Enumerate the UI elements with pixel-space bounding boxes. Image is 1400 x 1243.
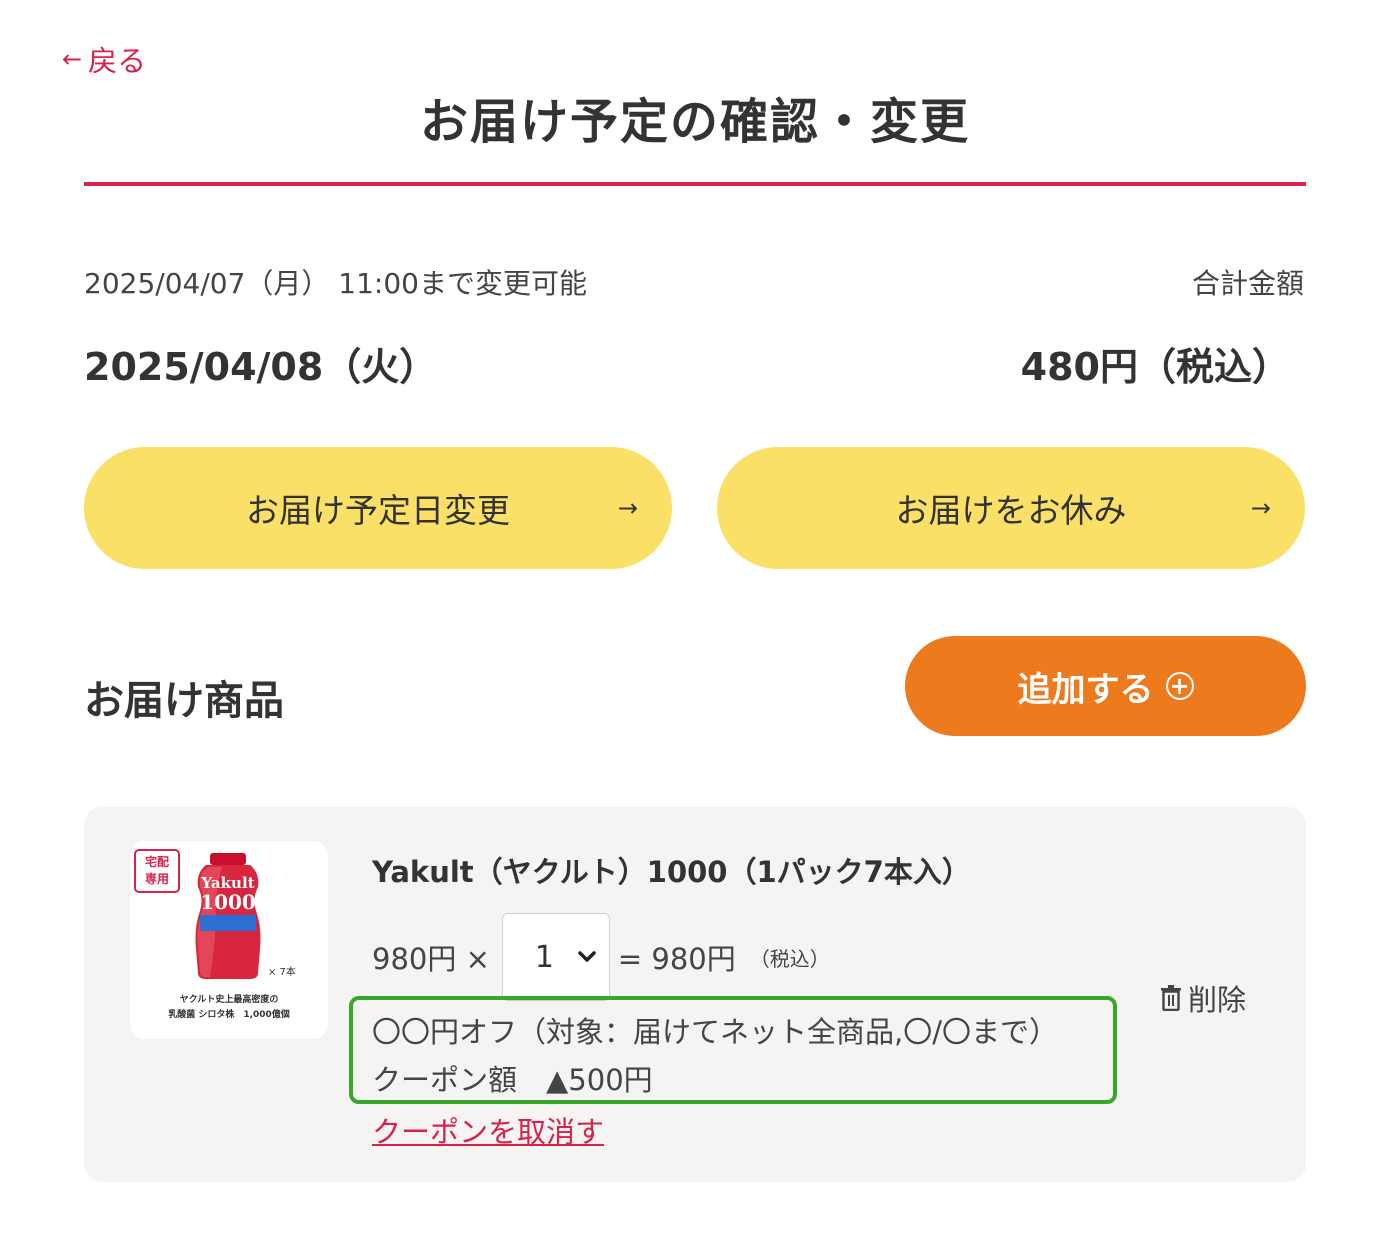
caption-line-1: ヤクルト史上最高密度の bbox=[179, 995, 279, 1005]
yakult-bottle-illustration: Yakult 1000 bbox=[195, 853, 261, 979]
change-delivery-date-button[interactable]: お届け予定日変更 → bbox=[84, 447, 672, 569]
skip-delivery-button[interactable]: お届けをお休み → bbox=[717, 447, 1305, 569]
quantity-select[interactable]: 1 bbox=[501, 913, 610, 1001]
arrow-right-icon: → bbox=[1250, 494, 1271, 522]
tax-note: （税込） bbox=[749, 946, 830, 971]
badge-line-2: 専用 bbox=[144, 872, 169, 886]
skip-delivery-label: お届けをお休み bbox=[895, 491, 1127, 530]
trash-icon bbox=[1161, 985, 1181, 1011]
delivery-confirmation-page: ← 戻る お届け予定の確認・変更 2025/04/07（月） 11:00まで変更… bbox=[0, 0, 1400, 1243]
product-image: 宅配 専用 Yakult 1000 × 7本 ヤクルト史上最高密度の 乳酸菌 シ… bbox=[130, 841, 328, 1039]
change-deadline-text: 2025/04/07（月） 11:00まで変更可能 bbox=[84, 267, 587, 300]
product-name: Yakult（ヤクルト）1000（1パック7本入） bbox=[372, 855, 971, 889]
chevron-down-icon bbox=[578, 951, 596, 962]
delete-button[interactable]: 削除 bbox=[1160, 977, 1246, 1019]
arrow-right-icon: → bbox=[617, 494, 638, 522]
price-row: 980円 × 1 = 980円 （税込） bbox=[372, 913, 830, 1001]
delivery-only-badge: 宅配 専用 bbox=[134, 849, 180, 893]
page-title: お届け予定の確認・変更 bbox=[419, 94, 970, 150]
add-product-button[interactable]: 追加する + bbox=[905, 636, 1306, 736]
delete-label: 削除 bbox=[1188, 983, 1247, 1017]
total-label: 合計金額 bbox=[1191, 267, 1304, 300]
add-product-label: 追加する bbox=[1017, 669, 1154, 710]
change-delivery-date-label: お届け予定日変更 bbox=[246, 491, 510, 530]
title-divider bbox=[84, 182, 1306, 186]
bottle-count: × 7本 bbox=[268, 967, 296, 978]
back-link-label: 戻る bbox=[88, 44, 147, 78]
product-card: 宅配 専用 Yakult 1000 × 7本 ヤクルト史上最高密度の 乳酸菌 シ… bbox=[84, 807, 1306, 1182]
delivery-date: 2025/04/08（火） bbox=[84, 345, 438, 389]
back-link[interactable]: ← 戻る bbox=[62, 38, 146, 80]
delivery-products-heading: お届け商品 bbox=[84, 678, 284, 724]
coupon-amount: クーポン額 ▲500円 bbox=[372, 1063, 653, 1097]
bottle-number-text: 1000 bbox=[200, 890, 256, 914]
badge-line-1: 宅配 bbox=[144, 855, 169, 869]
product-image-caption: ヤクルト史上最高密度の 乳酸菌 シロタ株 1,000億個 bbox=[130, 993, 328, 1023]
unit-price: 980円 × bbox=[372, 942, 490, 976]
quantity-value: 1 bbox=[534, 939, 554, 975]
total-amount: 480円（税込） bbox=[1020, 345, 1290, 389]
plus-circle-icon: + bbox=[1165, 672, 1194, 700]
arrow-left-icon: ← bbox=[62, 45, 83, 73]
coupon-description: 〇〇円オフ（対象：届けてネット全商品,〇/〇まで） bbox=[372, 1015, 1058, 1049]
subtotal: = 980円 bbox=[617, 942, 736, 976]
cancel-coupon-link[interactable]: クーポンを取消す bbox=[372, 1109, 604, 1151]
caption-line-2: 乳酸菌 シロタ株 1,000億個 bbox=[168, 1010, 290, 1020]
